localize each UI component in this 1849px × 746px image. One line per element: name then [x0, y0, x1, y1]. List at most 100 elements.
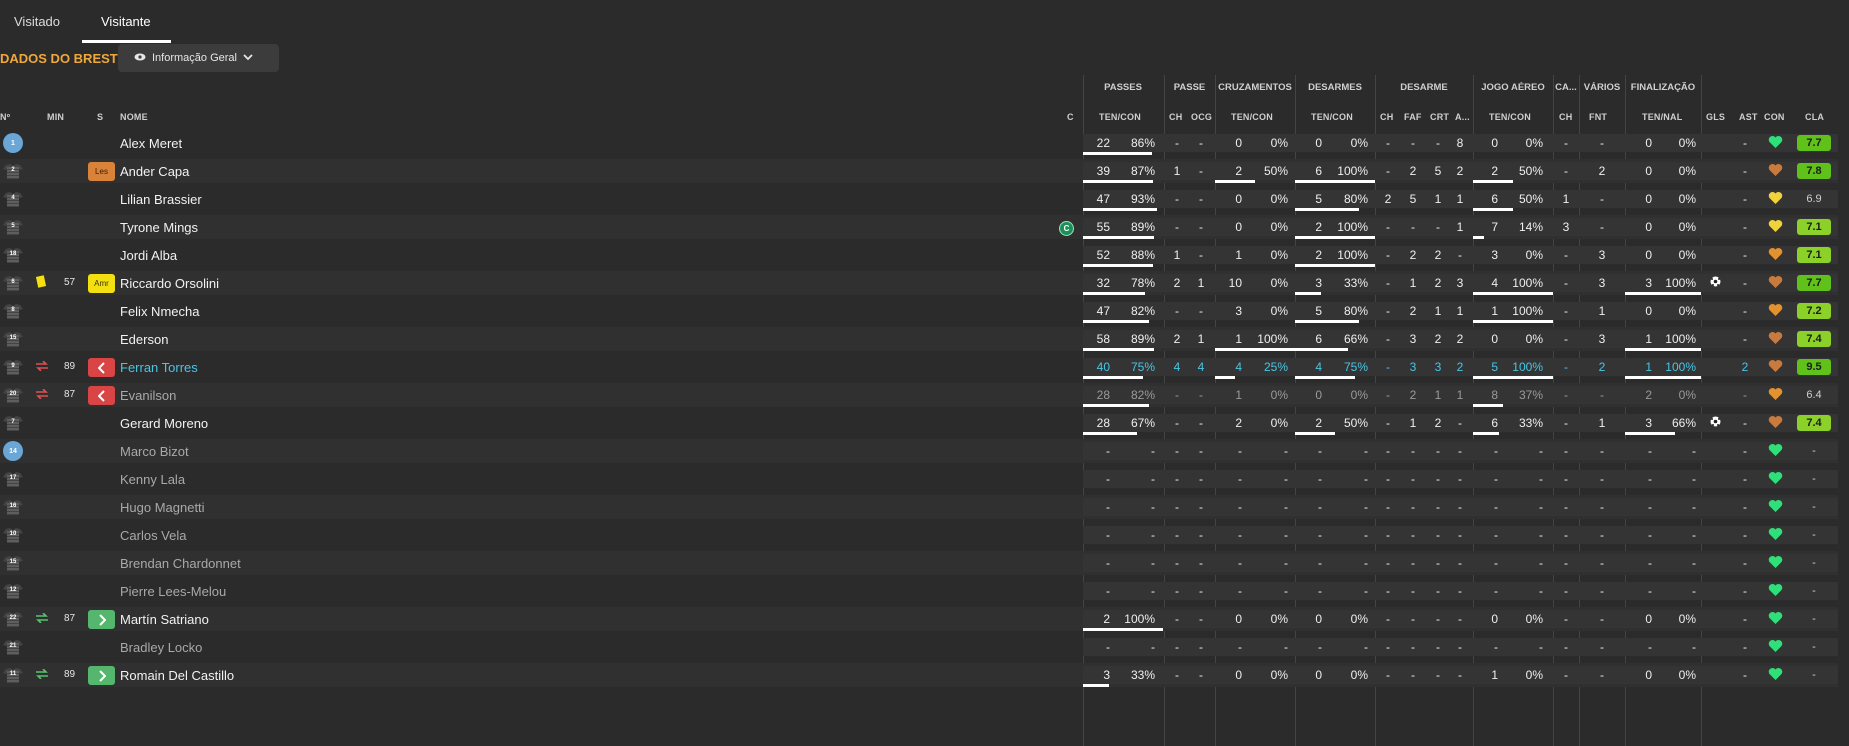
col-gls[interactable]: GLS [1706, 112, 1725, 122]
goal-ball-icon [1710, 276, 1721, 290]
desarme-crt: 1 [1434, 192, 1442, 206]
player-name[interactable]: Marco Bizot [120, 444, 189, 459]
table-row[interactable]: 12 Pierre Lees-Melou - - - - - - - - - - - - - - - - - - - - [0, 579, 1838, 603]
desarme-crt: - [1436, 444, 1440, 458]
col-faf[interactable]: FAF [1404, 112, 1422, 122]
desarme-a: 2 [1456, 360, 1464, 374]
desarme-crt: - [1436, 612, 1440, 626]
desarme-a: - [1458, 556, 1462, 570]
col-passe-ch[interactable]: CH [1169, 112, 1182, 122]
col-passes[interactable]: TEN/CON [1099, 112, 1141, 122]
table-row[interactable]: 20 87 Evanilson 28 82% - -1 0% 0 0% -2 1 1 8 37% - -2 0% -… [0, 383, 1838, 407]
table-row[interactable]: 6 57 Amr Riccardo Orsolini 32 78% 2 1 10 0% 3 33% -1… [0, 271, 1838, 295]
player-name[interactable]: Ferran Torres [120, 360, 198, 375]
col-fnt[interactable]: FNT [1589, 112, 1607, 122]
player-name[interactable]: Felix Nmecha [120, 304, 199, 319]
col-cla[interactable]: CLA [1805, 112, 1824, 122]
table-row[interactable]: 9 89 Ferran Torres 40 75% 4 4 4 25% 4 75% -3 3 2 5 100%… [0, 355, 1838, 379]
player-name[interactable]: Carlos Vela [120, 528, 186, 543]
col-ca-ch[interactable]: CH [1559, 112, 1572, 122]
table-row[interactable]: 2 Les Ander Capa 39 87% 1-2 50% 6 100% -2 5 2 2 50% -2… [0, 159, 1838, 183]
shots-accuracy: 0% [1678, 248, 1696, 262]
crosses-completion: - [1284, 584, 1288, 598]
col-no[interactable]: Nº [0, 112, 10, 122]
col-a[interactable]: A... [1455, 112, 1470, 122]
table-row[interactable]: 10 Carlos Vela - - - - - - - - - - - - - - - - - - - - [0, 523, 1838, 547]
col-desarmes[interactable]: TEN/CON [1311, 112, 1353, 122]
aerial-completion: 100% [1512, 360, 1543, 374]
active-tab-indicator [82, 40, 171, 43]
table-row[interactable]: 11 89 Romain Del Castillo 3 33% - - 0 0% 0 0% - - - - 1… [0, 663, 1838, 687]
player-name[interactable]: Ander Capa [120, 164, 189, 179]
player-name[interactable]: Lilian Brassier [120, 192, 202, 207]
tab-visitante[interactable]: Visitante [101, 14, 151, 29]
shots-attempted: - [1648, 444, 1652, 458]
substituted-out-button[interactable] [88, 386, 115, 405]
table-row[interactable]: 16 Hugo Magnetti - - - - - - - - - - - - - - - - - - - - [0, 495, 1838, 519]
shots-attempted: 0 [1645, 164, 1652, 178]
view-select[interactable]: Informação Geral [118, 44, 279, 72]
desarme-crt: 2 [1434, 248, 1442, 262]
col-min[interactable]: MIN [47, 112, 64, 122]
col-ocg[interactable]: OCG [1191, 112, 1212, 122]
col-c[interactable]: C [1067, 112, 1074, 122]
player-name[interactable]: Riccardo Orsolini [120, 276, 219, 291]
table-row[interactable]: 15 Brendan Chardonnet - - - - - - - - - - - - - - - - - - - - [0, 551, 1838, 575]
aerial-attempted: 1 [1491, 668, 1498, 682]
tab-visitado[interactable]: Visitado [14, 14, 60, 29]
player-name[interactable]: Brendan Chardonnet [120, 556, 241, 571]
col-jogo-aereo[interactable]: TEN/CON [1489, 112, 1531, 122]
substituted-in-button[interactable] [88, 666, 115, 685]
substituted-in-button[interactable] [88, 610, 115, 629]
player-name[interactable]: Kenny Lala [120, 472, 185, 487]
col-crt[interactable]: CRT [1430, 112, 1449, 122]
col-finalizacao[interactable]: TEN/NAL [1642, 112, 1682, 122]
col-s[interactable]: S [97, 112, 103, 122]
player-name[interactable]: Tyrone Mings [120, 220, 198, 235]
player-name[interactable]: Pierre Lees-Melou [120, 584, 226, 599]
table-row[interactable]: 4 Lilian Brassier 47 93% - -0 0% 5 80% 2 5 1 1 6 50% 1-… [0, 187, 1838, 211]
player-name[interactable]: Gerard Moreno [120, 416, 208, 431]
shirt-number-label: 15 [9, 335, 17, 341]
col-ast[interactable]: AST [1739, 112, 1758, 122]
condition-heart-icon [1768, 191, 1783, 209]
player-name[interactable]: Romain Del Castillo [120, 668, 234, 683]
desarme-faf: 2 [1409, 164, 1417, 178]
player-name[interactable]: Ederson [120, 332, 168, 347]
tackles-completion: 0% [1350, 668, 1368, 682]
table-row[interactable]: 21 Bradley Locko - - - - - - - - - - - - - - - - - - - - [0, 635, 1838, 659]
passe-ocg: - [1199, 444, 1203, 458]
tackles-attempted: - [1318, 640, 1322, 654]
table-row[interactable]: 5 Tyrone Mings C 55 89% - - 0 0% 2 100% - - - 1 7 14% 3 - 0… [0, 215, 1838, 239]
table-row[interactable]: 22 87 Martín Satriano 2 100% - - 0 0% 0 0% - - - - 0 0% -… [0, 607, 1838, 631]
desarme-ch: - [1386, 668, 1390, 682]
table-row[interactable]: 14 Marco Bizot - - - - - - - - - - - - - - - - - - - - [0, 439, 1838, 463]
col-con[interactable]: CON [1764, 112, 1785, 122]
desarme-crt: 5 [1434, 164, 1442, 178]
player-name[interactable]: Alex Meret [120, 136, 182, 151]
col-cruzamentos[interactable]: TEN/CON [1231, 112, 1273, 122]
substituted-out-button[interactable] [88, 358, 115, 377]
tackles-completion: 75% [1343, 360, 1368, 374]
player-name[interactable]: Evanilson [120, 388, 176, 403]
assists: - [1743, 640, 1747, 654]
table-row[interactable]: 18 Jordi Alba 52 88% 1 - 1 0% 2 100% - 2 2 - 3 0% - 3 0 0% -… [0, 243, 1838, 267]
desarme-a: - [1458, 584, 1462, 598]
shirt-number-label: 11 [9, 671, 17, 677]
varios-fnt: - [1600, 640, 1604, 654]
player-name[interactable]: Martín Satriano [120, 612, 209, 627]
player-name[interactable]: Bradley Locko [120, 640, 202, 655]
table-row[interactable]: 8 Felix Nmecha 47 82% - -3 0% 5 80% -2 1 1 1 100% -1 0 0… [0, 299, 1838, 323]
desarme-faf: - [1411, 528, 1415, 542]
table-row[interactable]: 17 Kenny Lala - - - - - - - - - - - - - - - - - - - - [0, 467, 1838, 491]
table-row[interactable]: 15 Ederson 58 89% 2 1 1 100% 6 66% -3 2 2 0 0% -3 1 100% -… [0, 327, 1838, 351]
aerial-completion: 37% [1518, 388, 1543, 402]
col-nome[interactable]: NOME [120, 112, 148, 122]
shots-accuracy: 0% [1678, 388, 1696, 402]
col-desarme-ch[interactable]: CH [1380, 112, 1393, 122]
player-name[interactable]: Jordi Alba [120, 248, 177, 263]
table-row[interactable]: 7 Gerard Moreno 28 67% - - 2 0% 2 50% - 1 2 - 6 33% - 1 3 6… [0, 411, 1838, 435]
aerial-attempted: - [1494, 528, 1498, 542]
table-row[interactable]: 1 Alex Meret 22 86% - - 0 0% 0 0% - - - 8 0 0% - - 0 0% - 7.7 [0, 131, 1838, 155]
player-name[interactable]: Hugo Magnetti [120, 500, 205, 515]
